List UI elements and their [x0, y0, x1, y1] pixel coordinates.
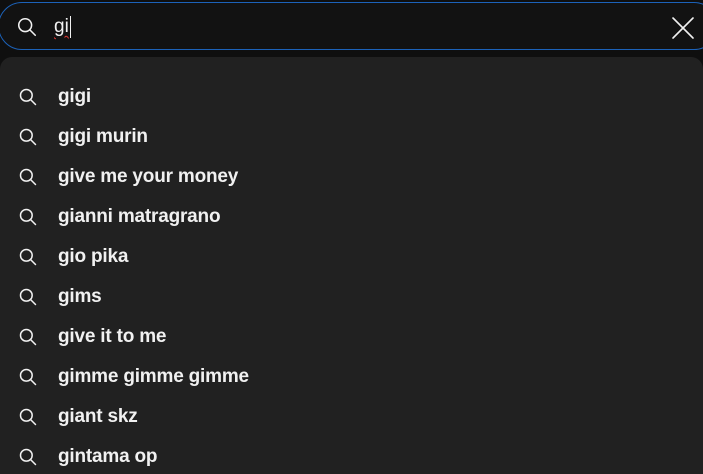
search-query-text: gi — [54, 16, 69, 37]
search-bar[interactable]: gi — [0, 2, 703, 50]
suggestion-item[interactable]: give it to me — [0, 317, 703, 357]
search-icon — [19, 88, 37, 106]
suggestion-item[interactable]: gio pika — [0, 237, 703, 277]
search-input[interactable]: gi — [54, 13, 72, 41]
suggestion-label: gigi — [58, 86, 91, 107]
search-icon — [19, 448, 37, 466]
suggestion-item[interactable]: gianni matragrano — [0, 197, 703, 237]
suggestion-label: gio pika — [58, 246, 129, 267]
suggestion-item[interactable]: gims — [0, 277, 703, 317]
search-icon — [19, 208, 37, 226]
suggestion-item[interactable]: gigi — [0, 77, 703, 117]
clear-search-button[interactable] — [670, 15, 696, 41]
suggestion-label: gigi murin — [58, 126, 148, 147]
suggestion-label: gimme gimme gimme — [58, 366, 249, 387]
suggestion-label: gintama op — [58, 446, 158, 467]
suggestion-label: gims — [58, 286, 102, 307]
suggestion-label: gianni matragrano — [58, 206, 221, 227]
close-icon — [672, 17, 694, 39]
suggestion-item[interactable]: gigi murin — [0, 117, 703, 157]
search-icon — [17, 17, 37, 37]
search-icon — [19, 248, 37, 266]
search-icon — [19, 368, 37, 386]
text-caret — [69, 16, 72, 38]
search-icon — [19, 328, 37, 346]
search-icon — [19, 288, 37, 306]
suggestion-item[interactable]: giant skz — [0, 397, 703, 437]
suggestion-label: give it to me — [58, 326, 167, 347]
suggestions-dropdown: gigi gigi murin give me your money gianni m… — [0, 57, 703, 474]
search-icon — [19, 168, 37, 186]
page: gi gigi gigi murin give me your money giann… — [0, 0, 703, 474]
suggestion-item[interactable]: give me your money — [0, 157, 703, 197]
search-icon — [19, 128, 37, 146]
suggestion-label: give me your money — [58, 166, 239, 187]
suggestion-label: giant skz — [58, 406, 138, 427]
suggestion-item[interactable]: gimme gimme gimme — [0, 357, 703, 397]
suggestion-item[interactable]: gintama op — [0, 437, 703, 474]
search-icon — [19, 408, 37, 426]
